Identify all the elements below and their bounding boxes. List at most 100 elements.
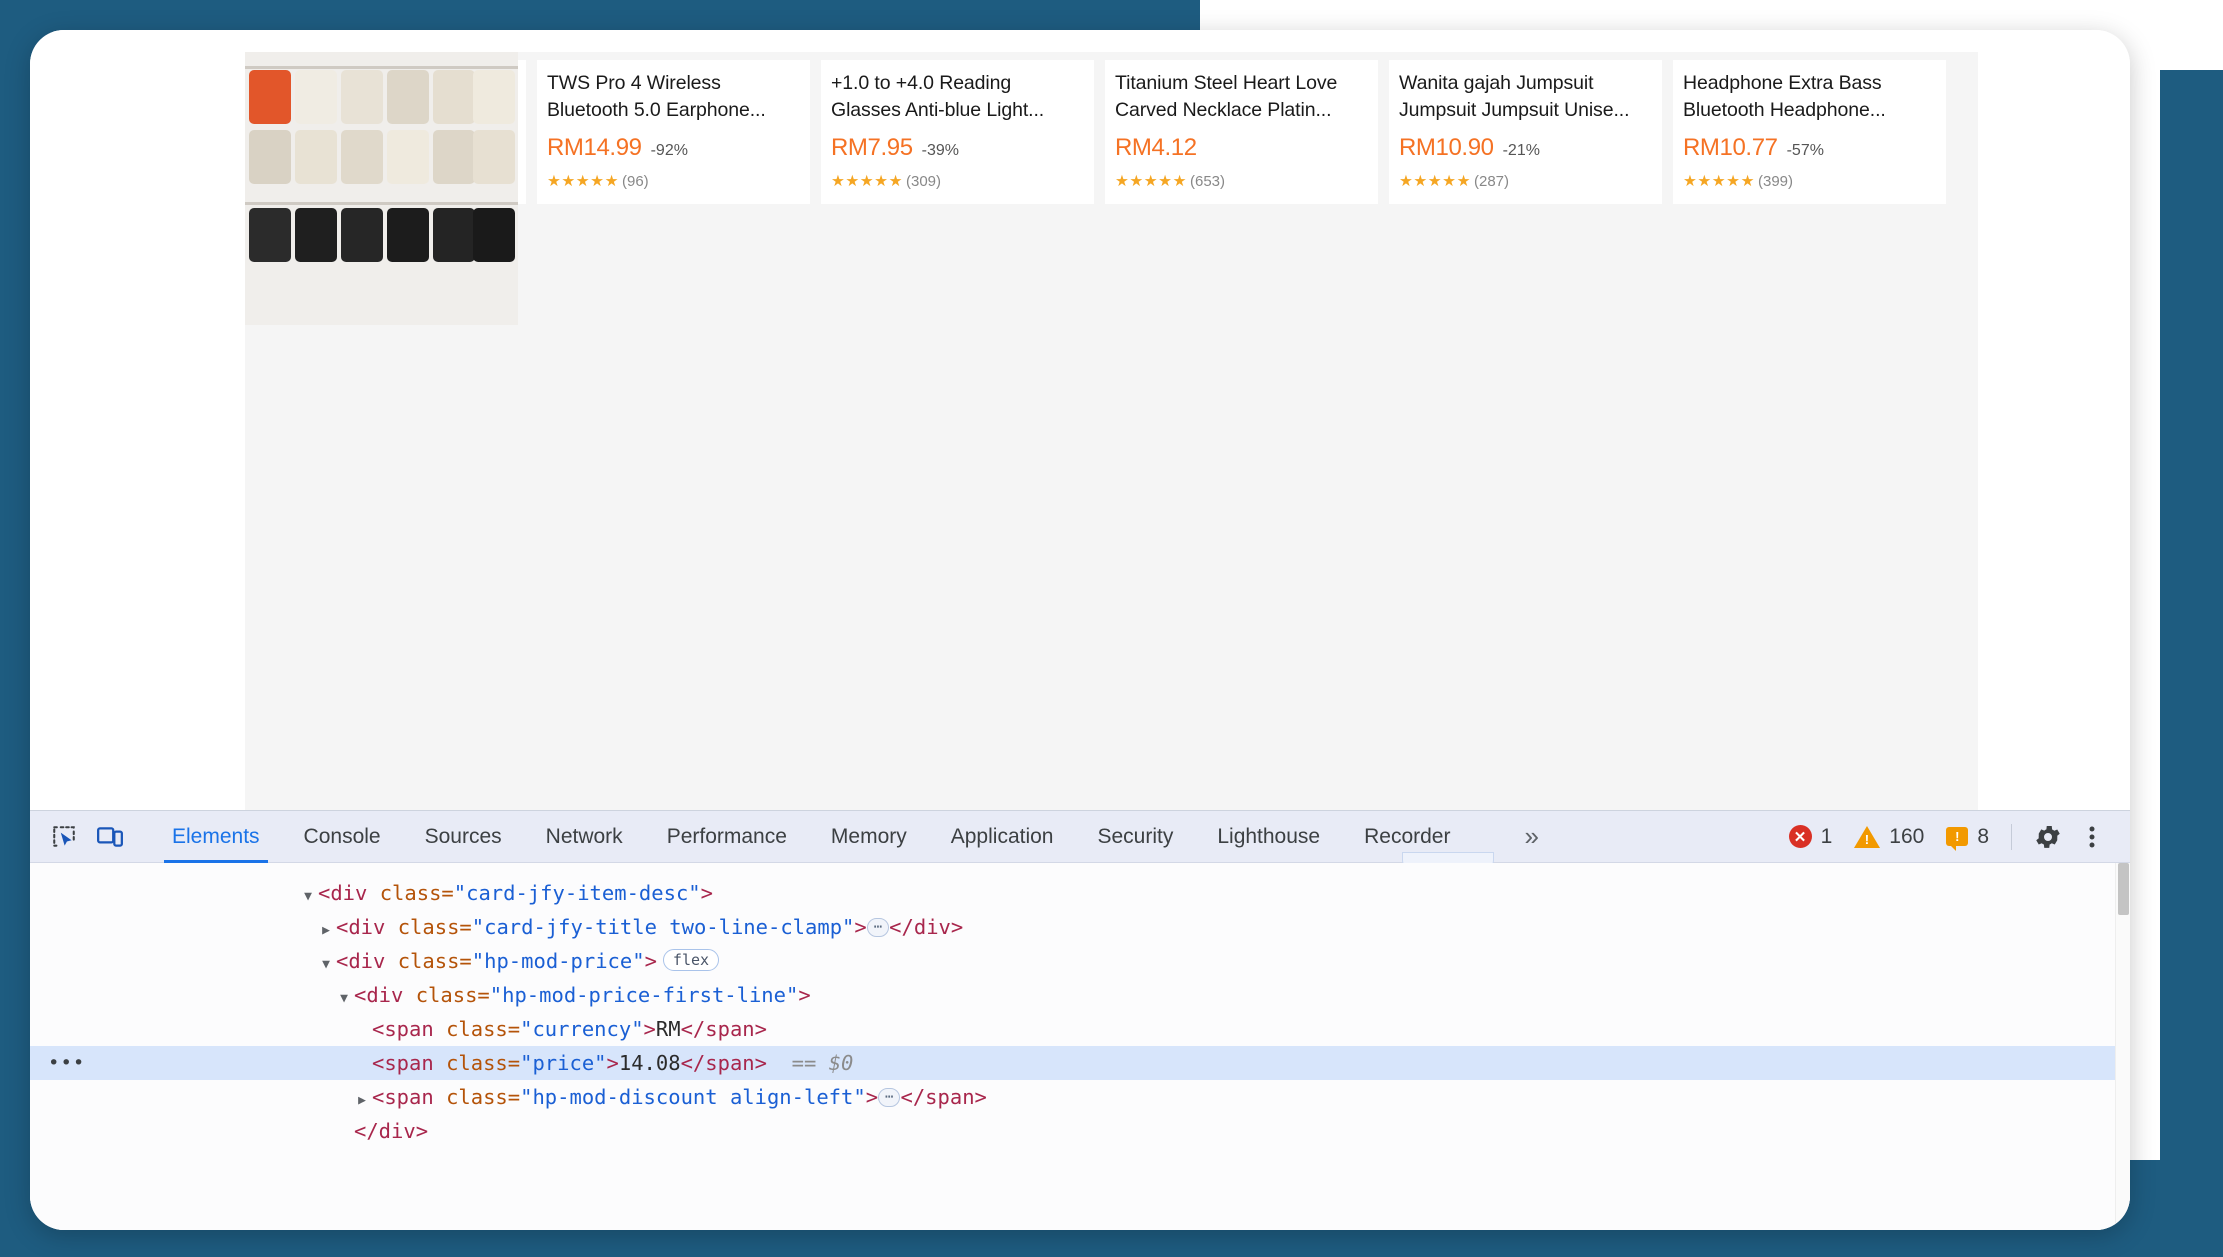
error-icon: ✕ xyxy=(1788,825,1812,848)
collapse-triangle-icon[interactable] xyxy=(334,982,354,1016)
dom-node[interactable]: <div class="card-jfy-title two-line-clam… xyxy=(30,910,2130,944)
expand-children-ellipsis[interactable]: ⋯ xyxy=(866,918,890,937)
devtools-status-area: ✕ 1 160 ! 8 xyxy=(1788,817,2130,857)
code-token: class= xyxy=(446,1051,521,1075)
collapse-triangle-icon[interactable] xyxy=(316,948,336,982)
message-count: 8 xyxy=(1977,824,1989,848)
dom-node-selected[interactable]: ••• <span class="price">14.08</span> == $… xyxy=(30,1046,2130,1080)
code-token: <span xyxy=(372,1085,447,1109)
dom-node[interactable]: <span class="currency">RM</span> xyxy=(30,1012,2130,1046)
dom-node[interactable]: <div class="hp-mod-price-first-line"> xyxy=(30,978,2130,1012)
product-grid: Kebidumei WiFi LazMallKe xyxy=(245,52,1978,810)
inspect-element-icon[interactable] xyxy=(44,820,84,854)
kebab-menu-icon[interactable] xyxy=(2070,817,2114,857)
code-token: <div xyxy=(354,983,416,1007)
node-overflow-marker[interactable]: ••• xyxy=(48,1046,85,1080)
code-token: </div> xyxy=(354,1119,429,1143)
tab-console[interactable]: Console xyxy=(282,811,403,863)
product-title[interactable]: Titanium Steel Heart Love Carved Necklac… xyxy=(1115,70,1368,124)
error-counter[interactable]: ✕ 1 xyxy=(1788,824,1833,849)
tab-lighthouse[interactable]: Lighthouse xyxy=(1195,811,1342,863)
warning-counter[interactable]: 160 xyxy=(1854,825,1924,849)
product-discount: -92% xyxy=(650,142,688,159)
browser-window: Kebidumei WiFi LazMallKe xyxy=(30,30,2130,1230)
scrollbar-thumb[interactable] xyxy=(2118,863,2129,915)
star-rating-icon: ★★★★★ xyxy=(1399,172,1471,190)
tab-application[interactable]: Application xyxy=(929,811,1076,863)
decor-top-band xyxy=(0,0,1200,30)
error-count: 1 xyxy=(1820,824,1833,848)
review-count: (309) xyxy=(905,173,942,190)
review-count: (287) xyxy=(1473,173,1510,190)
code-token: "currency" xyxy=(520,1017,644,1041)
code-token: > xyxy=(798,983,811,1007)
dom-node[interactable]: </div> xyxy=(30,1114,2130,1148)
dom-tree[interactable]: <div class="card-jfy-item-desc"><div cla… xyxy=(30,863,2130,1230)
flex-badge[interactable]: flex xyxy=(662,949,720,971)
price-line: RM4.12 xyxy=(1115,134,1368,162)
product-title[interactable]: Wanita gajah Jumpsuit Jumpsuit Jumpsuit … xyxy=(1399,70,1652,124)
code-token: > xyxy=(643,1017,656,1041)
dom-node[interactable]: <span class="hp-mod-discount align-left"… xyxy=(30,1080,2130,1114)
product-rating: ★★★★★ (309) xyxy=(831,173,1084,190)
product-title[interactable]: +1.0 to +4.0 Reading Glasses Anti-blue L… xyxy=(831,70,1084,124)
warning-count: 160 xyxy=(1889,824,1925,848)
product-card[interactable]: Titanium Steel Heart Love Carved Necklac… xyxy=(245,52,1378,325)
price-line: RM7.95 -39% xyxy=(831,134,1084,162)
product-info: Headphone Extra Bass Bluetooth Headphone… xyxy=(1673,60,1946,204)
product-discount: -39% xyxy=(921,142,959,159)
code-token: </span> xyxy=(680,1051,767,1075)
product-card[interactable]: READING GLASSES Graded From 0 +1.0 to +4… xyxy=(245,52,1094,325)
product-info: Wanita gajah Jumpsuit Jumpsuit Jumpsuit … xyxy=(1389,60,1662,204)
gear-icon[interactable] xyxy=(2026,817,2070,857)
code-token: 14.08 xyxy=(618,1051,681,1075)
tab-network[interactable]: Network xyxy=(524,811,645,863)
code-token: </div> xyxy=(889,915,964,939)
message-counter[interactable]: ! 8 xyxy=(1946,824,1989,851)
more-tabs-icon[interactable]: » xyxy=(1514,821,1548,852)
code-token: class= xyxy=(397,915,472,939)
product-info: Titanium Steel Heart Love Carved Necklac… xyxy=(1105,60,1378,204)
dom-node[interactable]: <div class="hp-mod-price">flex xyxy=(30,944,2130,978)
review-count: (96) xyxy=(621,173,649,190)
code-token: </span> xyxy=(680,1017,767,1041)
product-info: TWS Pro 4 Wireless Bluetooth 5.0 Earphon… xyxy=(537,60,810,204)
collapse-triangle-icon[interactable] xyxy=(298,880,318,914)
product-price: RM7.95 xyxy=(831,134,913,161)
review-count: (653) xyxy=(1189,173,1226,190)
expand-triangle-icon[interactable] xyxy=(316,914,336,948)
product-price: RM4.12 xyxy=(1115,134,1197,161)
product-discount: -57% xyxy=(1786,142,1824,159)
product-rating: ★★★★★ (399) xyxy=(1683,173,1936,190)
code-token: class= xyxy=(397,949,472,973)
toolbar-divider xyxy=(2011,823,2012,850)
dom-tree-scrollbar[interactable] xyxy=(2115,863,2130,1230)
star-rating-icon: ★★★★★ xyxy=(547,172,619,190)
code-token: > xyxy=(865,1085,879,1109)
tab-elements[interactable]: Elements xyxy=(150,811,282,863)
code-token: RM xyxy=(655,1017,681,1041)
code-token: "price" xyxy=(520,1051,607,1075)
tab-performance[interactable]: Performance xyxy=(645,811,809,863)
tab-sources[interactable]: Sources xyxy=(403,811,524,863)
code-token: > xyxy=(644,949,657,973)
product-card[interactable]: Lightweight Design Patterned Color Magic… xyxy=(245,52,1946,325)
tab-memory[interactable]: Memory xyxy=(809,811,929,863)
expand-children-ellipsis[interactable]: ⋯ xyxy=(878,1088,901,1107)
product-title[interactable]: Headphone Extra Bass Bluetooth Headphone… xyxy=(1683,70,1936,124)
product-card[interactable]: SCIONE READY STOCK 2-4 DAYS DELIVERED Wa… xyxy=(245,52,1662,325)
code-token: == $0 xyxy=(767,1051,854,1075)
product-rating: ★★★★★ (653) xyxy=(1115,173,1368,190)
star-rating-icon: ★★★★★ xyxy=(1115,172,1187,190)
expand-triangle-icon[interactable] xyxy=(352,1084,372,1118)
tab-security[interactable]: Security xyxy=(1075,811,1195,863)
product-title[interactable]: TWS Pro 4 Wireless Bluetooth 5.0 Earphon… xyxy=(547,70,800,124)
product-card[interactable]: TWS Pro 4 Headphones Bluetooth 5.0 Touch… xyxy=(245,52,810,325)
dom-node[interactable]: <div class="card-jfy-item-desc"> xyxy=(30,876,2130,910)
code-token: "hp-mod-price" xyxy=(471,949,645,973)
device-toolbar-icon[interactable] xyxy=(90,820,130,854)
decor-right-band xyxy=(2160,70,2223,1257)
code-token: > xyxy=(606,1051,619,1075)
star-rating-icon: ★★★★★ xyxy=(1683,172,1755,190)
review-count: (399) xyxy=(1757,173,1794,190)
